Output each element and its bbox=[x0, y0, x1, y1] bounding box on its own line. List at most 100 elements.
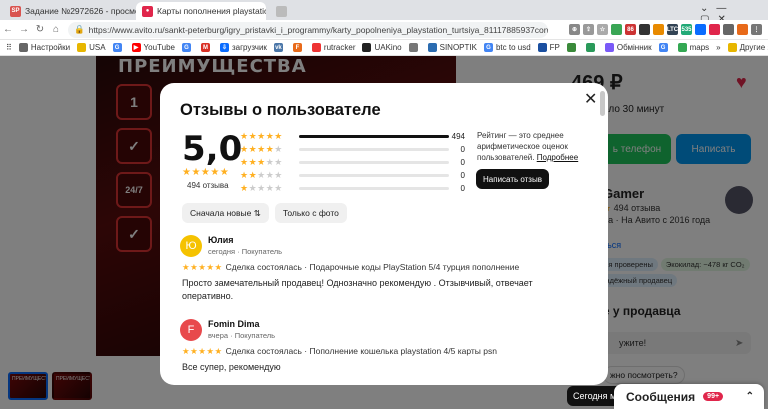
tab-avito[interactable]: ● Карты пополнения playstation тур ✕ bbox=[136, 2, 266, 20]
photo-only-button[interactable]: Только с фото bbox=[274, 203, 347, 223]
reviewer-name[interactable]: Fomin Dima bbox=[208, 319, 260, 329]
extension-badge-icon[interactable]: 86 bbox=[625, 24, 636, 35]
back-icon[interactable]: ← bbox=[0, 24, 16, 35]
extension-icon[interactable] bbox=[653, 24, 664, 35]
bookmark-fl[interactable]: F bbox=[292, 43, 305, 52]
gmail-icon: M bbox=[200, 43, 210, 52]
extension-icon[interactable] bbox=[695, 24, 706, 35]
url-field[interactable]: 🔒 https://www.avito.ru/sankt-peterburg/i… bbox=[68, 21, 548, 38]
bookmark-fp[interactable]: FP bbox=[537, 43, 560, 52]
tab-new-icon[interactable] bbox=[270, 2, 292, 20]
bookmark-google-3[interactable]: G bbox=[658, 43, 671, 52]
histogram-row: ★★★★★ 0 bbox=[240, 182, 465, 195]
bookmark-youtube[interactable]: ▶ YouTube bbox=[131, 43, 175, 52]
sheet-icon bbox=[566, 43, 576, 52]
bookmark-blank[interactable] bbox=[408, 43, 421, 52]
profile-avatar-icon[interactable] bbox=[737, 24, 748, 35]
bookmark-other[interactable]: Другие закладки bbox=[727, 43, 768, 52]
bookmark-vk[interactable]: vk bbox=[273, 43, 286, 52]
extension-icon[interactable] bbox=[709, 24, 720, 35]
exchange-icon bbox=[604, 43, 614, 52]
review-meta: сегодня · Покупатель bbox=[208, 247, 283, 256]
sort-newest-button[interactable]: Сначала новые ⇅ bbox=[182, 203, 269, 223]
bookmark-usa[interactable]: USA bbox=[77, 43, 106, 52]
page-favicon-icon bbox=[276, 5, 287, 17]
modal-title: Отзывы о пользователе bbox=[180, 101, 381, 119]
histogram-count: 494 bbox=[451, 132, 465, 141]
bookmark-btc[interactable]: Gbtc to usd bbox=[483, 43, 531, 52]
review-item: F Fomin Dima вчера · Покупатель ★★★★★ Сде… bbox=[180, 319, 590, 379]
extension-badge-icon[interactable]: 535 bbox=[681, 24, 692, 35]
histogram-bar bbox=[299, 161, 449, 164]
histogram-bar bbox=[299, 148, 449, 151]
histogram-count: 0 bbox=[460, 171, 465, 180]
menu-icon[interactable]: ⋮ bbox=[751, 24, 762, 35]
vk-icon: vk bbox=[273, 43, 283, 52]
bookmark-loader[interactable]: ⇩ загрузчик bbox=[219, 43, 267, 52]
uakino-icon bbox=[362, 43, 372, 52]
messages-count-badge: 99+ bbox=[703, 392, 724, 401]
star-icon[interactable]: ☆ bbox=[597, 24, 608, 35]
fl-icon: F bbox=[292, 43, 302, 52]
review-text: Просто замечательный продавец! Однозначн… bbox=[182, 278, 533, 301]
bookmark-ext1[interactable] bbox=[566, 43, 579, 52]
home-icon[interactable]: ⌂ bbox=[48, 24, 64, 35]
write-review-button[interactable]: Написать отзыв bbox=[476, 169, 549, 189]
reviewer-name[interactable]: Юлия bbox=[208, 235, 234, 245]
avito-favicon-icon: ● bbox=[142, 5, 153, 17]
bookmark-google-2[interactable]: G bbox=[181, 43, 194, 52]
youtube-icon: ▶ bbox=[131, 43, 141, 52]
bookmark-rutracker[interactable]: rutracker bbox=[311, 43, 355, 52]
review-meta: вчера · Покупатель bbox=[208, 331, 276, 340]
close-icon[interactable]: ✕ bbox=[584, 89, 597, 109]
forward-icon[interactable]: → bbox=[16, 24, 32, 35]
bookmarks-overflow-icon[interactable]: » bbox=[716, 43, 720, 52]
avatar[interactable]: F bbox=[180, 319, 202, 341]
avatar[interactable]: Ю bbox=[180, 235, 202, 257]
more-link[interactable]: Подробнее bbox=[537, 153, 579, 162]
share-icon[interactable]: ⇪ bbox=[583, 24, 594, 35]
bookmark-gmail[interactable]: M bbox=[200, 43, 213, 52]
histogram-bar bbox=[299, 187, 449, 190]
puzzle-icon[interactable] bbox=[723, 24, 734, 35]
bookmark-settings[interactable]: Настройки bbox=[18, 43, 70, 52]
histogram-row: ★★★★★ 0 bbox=[240, 156, 465, 169]
bookmark-maps[interactable]: maps bbox=[677, 43, 709, 52]
lock-icon: 🔒 bbox=[74, 24, 85, 34]
page-icon bbox=[408, 43, 418, 52]
review-stars: ★★★★★ bbox=[182, 262, 223, 272]
reload-icon[interactable]: ↻ bbox=[32, 24, 48, 35]
stars-1: ★★★★★ bbox=[240, 183, 283, 193]
histogram-row: ★★★★★ 0 bbox=[240, 143, 465, 156]
modal-scrollbar[interactable] bbox=[600, 91, 605, 116]
extension-icon[interactable] bbox=[611, 24, 622, 35]
google-icon: G bbox=[181, 43, 191, 52]
ltc-extension-icon[interactable]: LTC bbox=[667, 24, 678, 35]
bookmark-google[interactable]: G bbox=[112, 43, 125, 52]
folder-icon bbox=[727, 43, 737, 52]
bookmark-ext2[interactable] bbox=[585, 43, 598, 52]
reviews-count: 494 отзыва bbox=[187, 181, 229, 190]
bookmark-exchange[interactable]: Обмінник bbox=[604, 43, 652, 52]
histogram-count: 0 bbox=[460, 158, 465, 167]
review-item: Ю Юлия сегодня · Покупатель ★★★★★ Сделка … bbox=[180, 235, 590, 315]
tab-title: Задание №2972626 - просмотр з bbox=[25, 6, 136, 16]
messages-widget[interactable]: Сообщения 99+ ⌃ bbox=[614, 384, 764, 409]
google-icon: G bbox=[658, 43, 668, 52]
folder-icon bbox=[77, 43, 87, 52]
bookmarks-bar: ⠿ Настройки USA G ▶ YouTube G M ⇩ загрузчи… bbox=[0, 40, 768, 56]
bookmark-sinoptik[interactable]: SINOPTIK bbox=[427, 43, 477, 52]
review-deal: ★★★★★ Сделка состоялась · Подарочные коды… bbox=[182, 262, 520, 272]
extension-icon[interactable] bbox=[639, 24, 650, 35]
apps-icon[interactable]: ⠿ bbox=[6, 43, 12, 52]
zoom-icon[interactable]: ⊕ bbox=[569, 24, 580, 35]
tab-task[interactable]: SP Задание №2972626 - просмотр з ✕ bbox=[4, 2, 136, 20]
bookmark-uakino[interactable]: UAKino bbox=[362, 43, 402, 52]
address-bar-row: ← → ↻ ⌂ 🔒 https://www.avito.ru/sankt-pet… bbox=[0, 20, 768, 40]
histogram-row: ★★★★★ 494 bbox=[240, 130, 465, 143]
chevron-up-icon[interactable]: ⌃ bbox=[746, 391, 754, 402]
histogram-fill bbox=[299, 135, 449, 138]
average-stars: ★★★★★ bbox=[182, 167, 230, 178]
histogram-bar bbox=[299, 174, 449, 177]
fp-icon bbox=[537, 43, 547, 52]
